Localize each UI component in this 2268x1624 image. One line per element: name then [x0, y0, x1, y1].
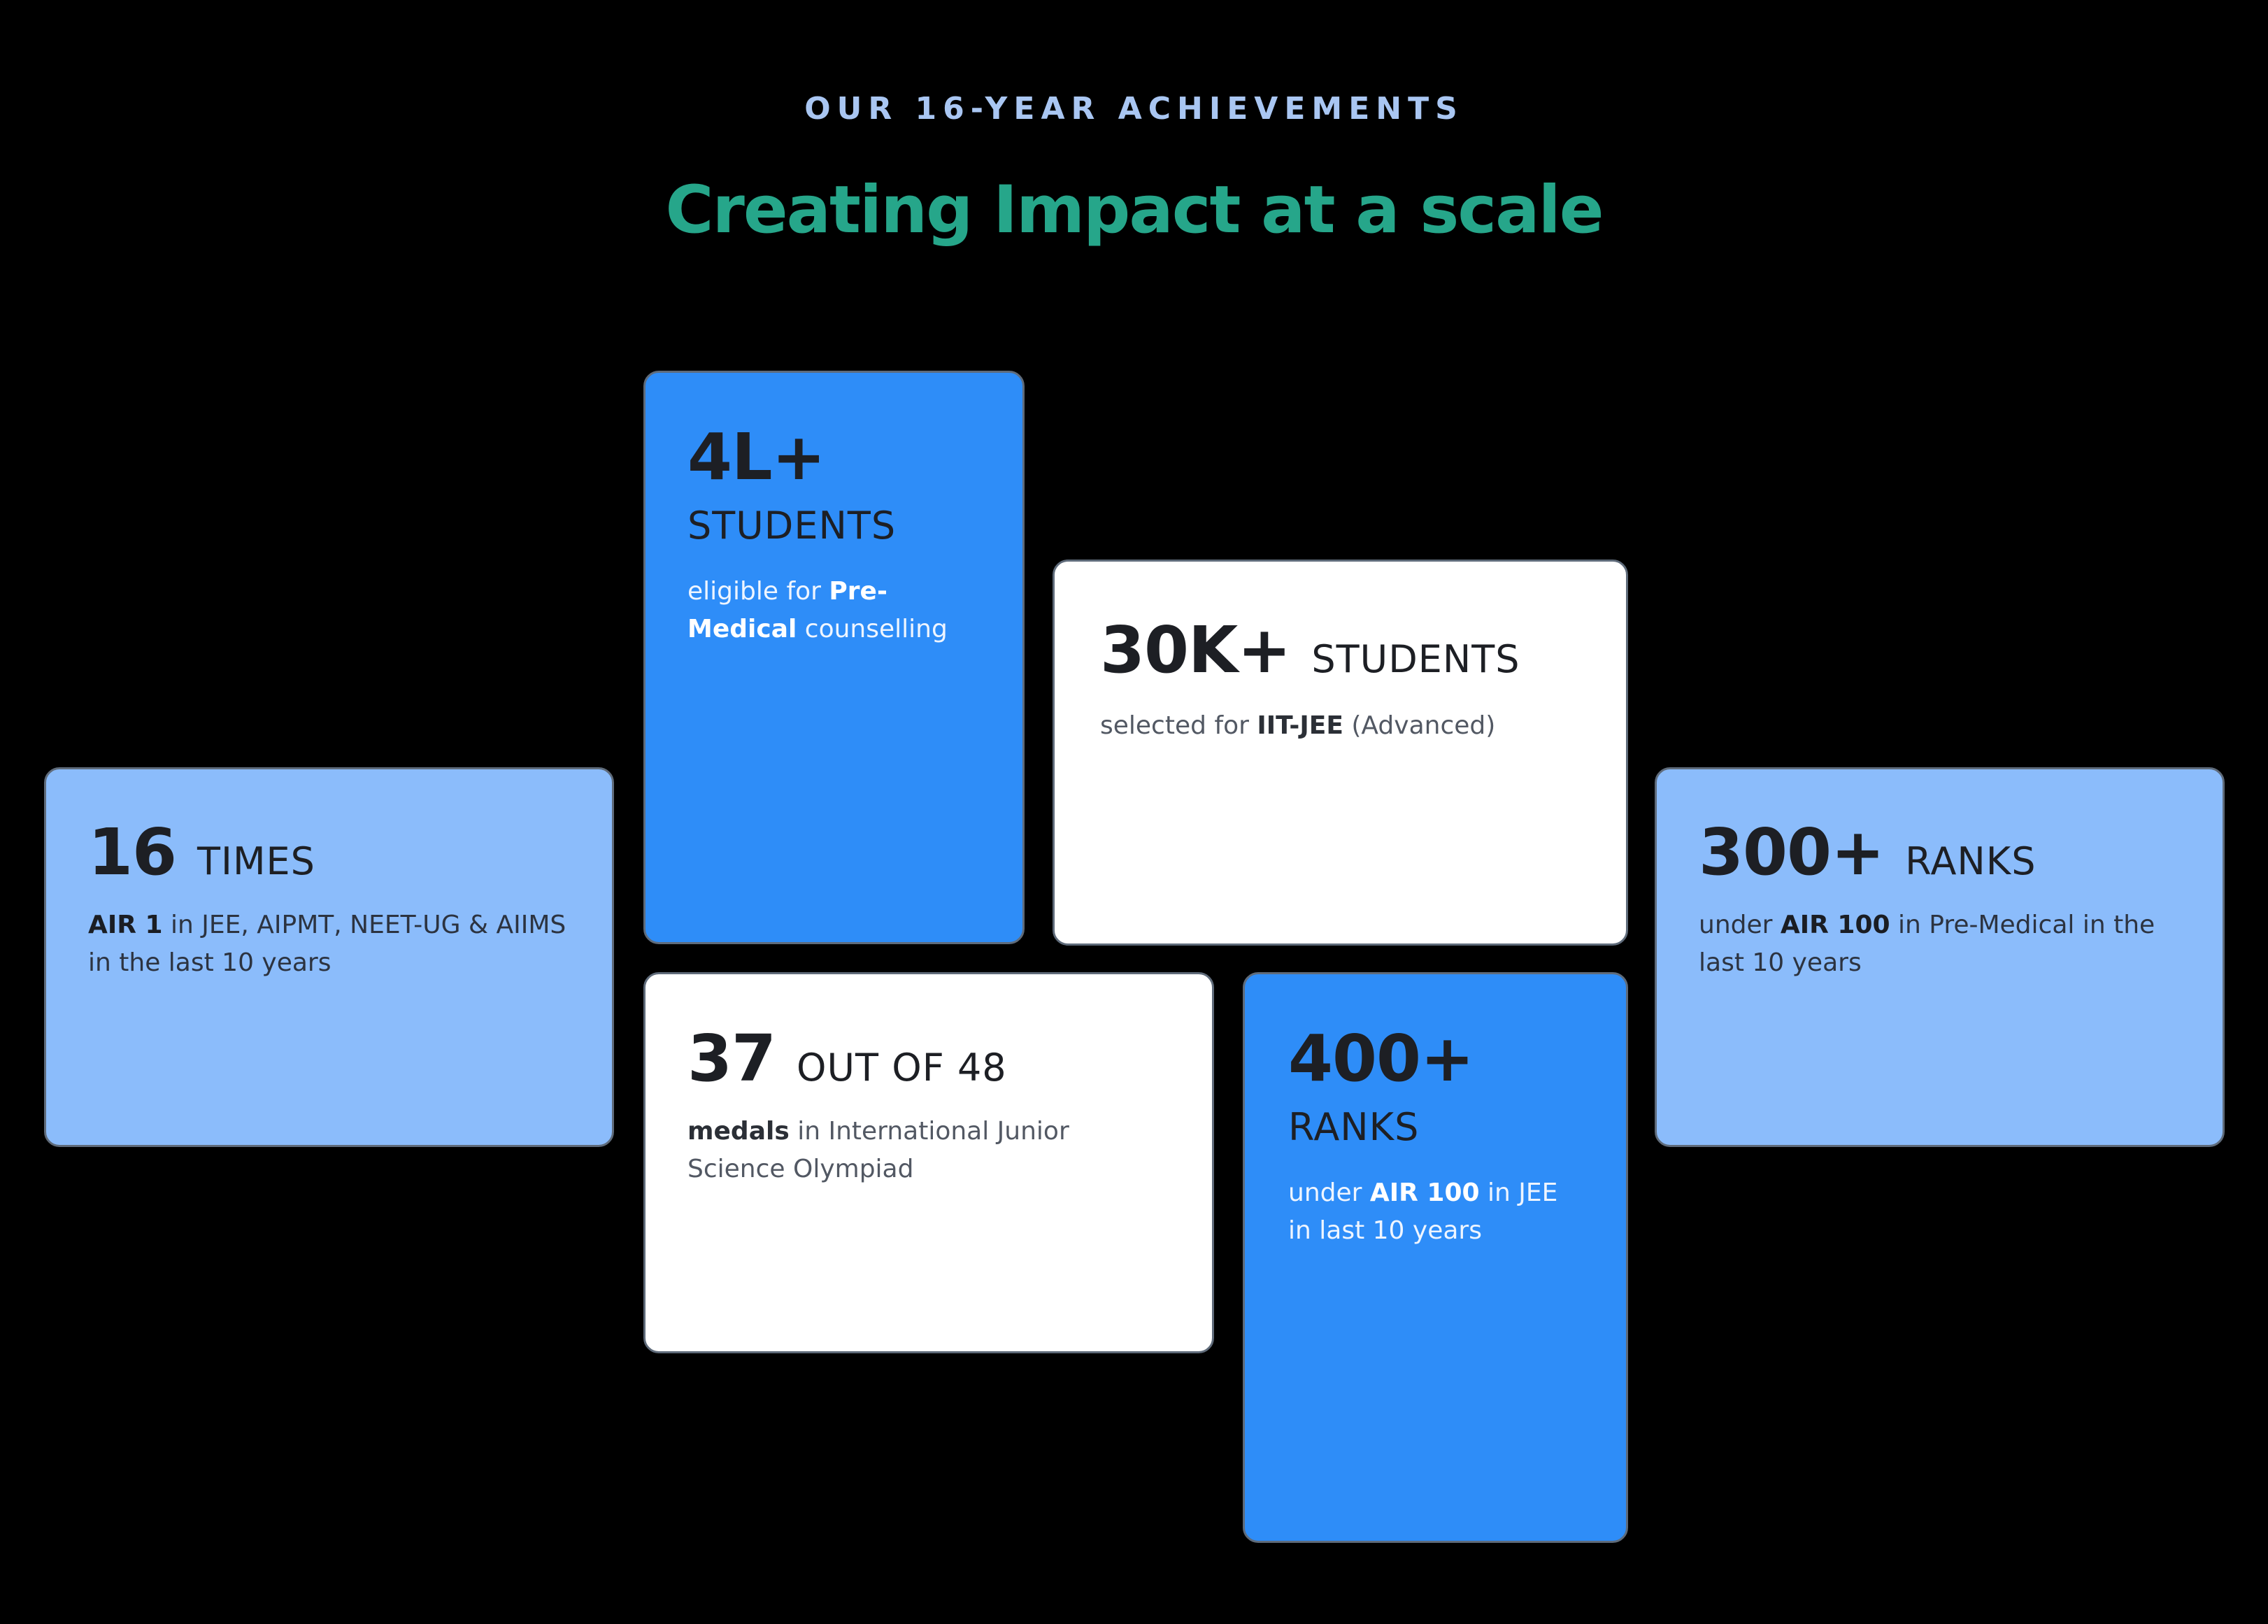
- stat-unit: STUDENTS: [687, 504, 897, 548]
- stat-unit: OUT OF 48: [797, 1046, 1007, 1090]
- stat-card-students-30k: 30K+ STUDENTS selected for IIT-JEE (Advan…: [1053, 560, 1628, 946]
- stat-value: 400+: [1288, 1021, 1474, 1096]
- stat-heading: 37 OUT OF 48: [687, 1020, 1170, 1097]
- stat-value: 4L+: [687, 420, 826, 494]
- stat-unit: RANKS: [1288, 1105, 1420, 1149]
- stat-card-students-4l: 4L+ STUDENTS eligible for Pre-Medical co…: [643, 371, 1025, 944]
- stat-card-ranks-300: 300+ RANKS under AIR 100 in Pre-Medical i…: [1655, 767, 2225, 1147]
- stat-unit: TIMES: [197, 839, 315, 883]
- stat-description: eligible for Pre-Medical counselling: [687, 577, 948, 643]
- stat-heading: 16 TIMES: [88, 814, 570, 891]
- stat-card-ranks-400: 400+ RANKS under AIR 100 in JEE in last …: [1243, 972, 1628, 1543]
- section-eyebrow: OUR 16-YEAR ACHIEVEMENTS: [804, 91, 1464, 127]
- stat-heading: 30K+ STUDENTS: [1100, 612, 1584, 689]
- stat-description: medals in International Junior Science O…: [687, 1117, 1069, 1183]
- stat-value: 300+: [1699, 815, 1885, 890]
- stat-card-times-16: 16 TIMES AIR 1 in JEE, AIPMT, NEET-UG & A…: [44, 767, 614, 1147]
- stat-value: 37: [687, 1021, 776, 1096]
- stat-description: selected for IIT-JEE (Advanced): [1100, 711, 1496, 740]
- section-headline: Creating Impact at a scale: [665, 172, 1604, 248]
- stat-card-medals-37: 37 OUT OF 48 medals in International Juni…: [643, 972, 1214, 1353]
- stat-value: 16: [88, 815, 177, 890]
- stat-unit: RANKS: [1905, 839, 2037, 883]
- stat-unit: STUDENTS: [1311, 637, 1520, 681]
- stat-value: 30K+: [1100, 613, 1291, 688]
- stat-heading: 300+ RANKS: [1699, 814, 2181, 891]
- stat-description: under AIR 100 in JEE in last 10 years: [1288, 1178, 1558, 1245]
- stat-description: under AIR 100 in Pre-Medical in the last…: [1699, 911, 2155, 977]
- stat-description: AIR 1 in JEE, AIPMT, NEET-UG & AIIMS in …: [88, 911, 566, 977]
